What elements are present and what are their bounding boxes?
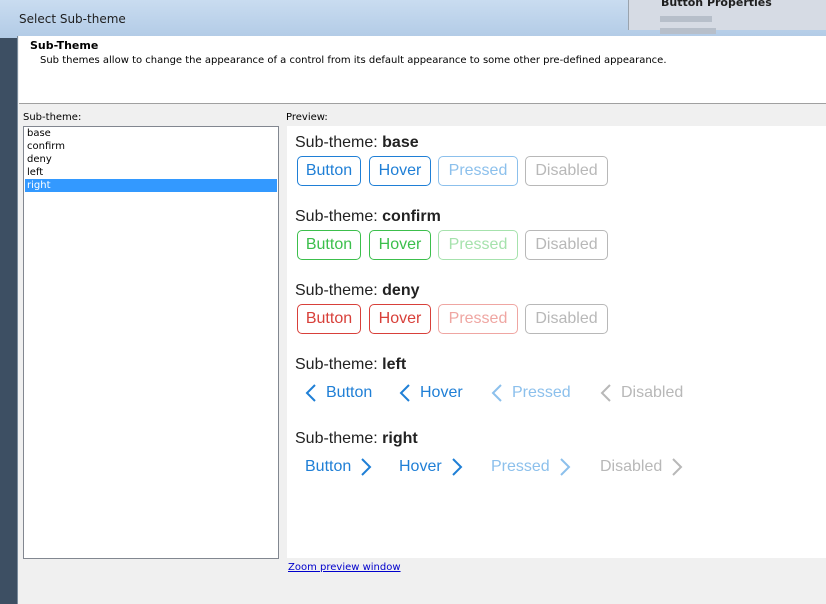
preview-base-hover-button[interactable]: Hover	[369, 156, 431, 186]
preview-group-title-right: Sub-theme: right	[295, 430, 418, 448]
dialog-client-area: Sub-Theme Sub themes allow to change the…	[17, 36, 826, 604]
subtheme-list-item-confirm[interactable]: confirm	[25, 140, 277, 153]
chevron-left-icon	[491, 384, 503, 402]
preview-button-label: Disabled	[621, 384, 684, 401]
preview-group-title-prefix: Sub-theme:	[295, 282, 383, 299]
preview-button-label: Pressed	[512, 384, 571, 401]
subtheme-list-label: Sub-theme:	[23, 112, 82, 123]
preview-group-title-name: deny	[382, 282, 420, 299]
chevron-left-icon	[600, 384, 612, 402]
preview-group-title-prefix: Sub-theme:	[295, 356, 383, 373]
chevron-right-icon	[451, 458, 463, 476]
window-title: Select Sub-theme	[19, 12, 126, 26]
preview-left-disabled-button: Disabled	[600, 378, 683, 408]
preview-right-pressed-button[interactable]: Pressed	[491, 452, 571, 482]
preview-left-pressed-button[interactable]: Pressed	[491, 378, 571, 408]
preview-button-label: Button	[326, 384, 373, 401]
preview-base-button-button[interactable]: Button	[297, 156, 361, 186]
subtheme-list-item-right[interactable]: right	[25, 179, 277, 192]
preview-deny-button-button[interactable]: Button	[297, 304, 361, 334]
header-panel: Sub-Theme Sub themes allow to change the…	[19, 36, 826, 104]
preview-button-label: Pressed	[491, 458, 550, 475]
preview-left-button-button[interactable]: Button	[305, 378, 372, 408]
chevron-right-icon	[559, 458, 571, 476]
background-window-title: Button Properties	[661, 0, 772, 9]
header-description: Sub themes allow to change the appearanc…	[40, 55, 667, 66]
chevron-right-icon	[360, 458, 372, 476]
preview-confirm-disabled-button: Disabled	[525, 230, 608, 260]
preview-right-button-button[interactable]: Button	[305, 452, 372, 482]
preview-left-hover-button[interactable]: Hover	[399, 378, 463, 408]
background-window-row	[660, 28, 716, 34]
preview-group-title-confirm: Sub-theme: confirm	[295, 208, 441, 226]
subtheme-list-item-base[interactable]: base	[25, 127, 277, 140]
preview-group-title-name: left	[382, 356, 407, 373]
preview-group-title-prefix: Sub-theme:	[295, 134, 383, 151]
preview-deny-disabled-button: Disabled	[525, 304, 608, 334]
preview-group-title-name: base	[382, 134, 419, 151]
preview-confirm-pressed-button[interactable]: Pressed	[438, 230, 518, 260]
preview-confirm-button-button[interactable]: Button	[297, 230, 361, 260]
preview-deny-pressed-button[interactable]: Pressed	[438, 304, 518, 334]
preview-label: Preview:	[286, 112, 328, 123]
subtheme-list-item-deny[interactable]: deny	[25, 153, 277, 166]
preview-button-label: Hover	[420, 384, 463, 401]
preview-right-hover-button[interactable]: Hover	[399, 452, 463, 482]
zoom-preview-link[interactable]: Zoom preview window	[288, 562, 401, 573]
preview-confirm-hover-button[interactable]: Hover	[369, 230, 431, 260]
preview-group-title-name: confirm	[382, 208, 441, 225]
preview-group-title-prefix: Sub-theme:	[295, 208, 383, 225]
preview-base-pressed-button[interactable]: Pressed	[438, 156, 518, 186]
preview-right-disabled-button: Disabled	[600, 452, 683, 482]
preview-button-label: Disabled	[600, 458, 663, 475]
subtheme-list[interactable]: base confirm deny left right	[23, 126, 279, 559]
preview-button-label: Hover	[399, 458, 442, 475]
preview-group-title-name: right	[382, 430, 418, 447]
preview-deny-hover-button[interactable]: Hover	[369, 304, 431, 334]
preview-group-title-deny: Sub-theme: deny	[295, 282, 420, 300]
background-window-row	[660, 16, 712, 22]
header-title: Sub-Theme	[30, 39, 99, 52]
preview-button-label: Button	[305, 458, 352, 475]
chevron-right-icon	[671, 458, 683, 476]
select-subtheme-dialog: Select Sub-theme Button Properties Sub-T…	[0, 0, 826, 604]
preview-group-title-base: Sub-theme: base	[295, 134, 419, 152]
preview-group-title-left: Sub-theme: left	[295, 356, 406, 374]
background-window: Button Properties	[628, 0, 826, 30]
preview-base-disabled-button: Disabled	[525, 156, 608, 186]
preview-group-title-prefix: Sub-theme:	[295, 430, 383, 447]
chevron-left-icon	[399, 384, 411, 402]
chevron-left-icon	[305, 384, 317, 402]
preview-panel: Sub-theme: base Button Hover Pressed Disable…	[287, 126, 826, 558]
subtheme-list-item-left[interactable]: left	[25, 166, 277, 179]
